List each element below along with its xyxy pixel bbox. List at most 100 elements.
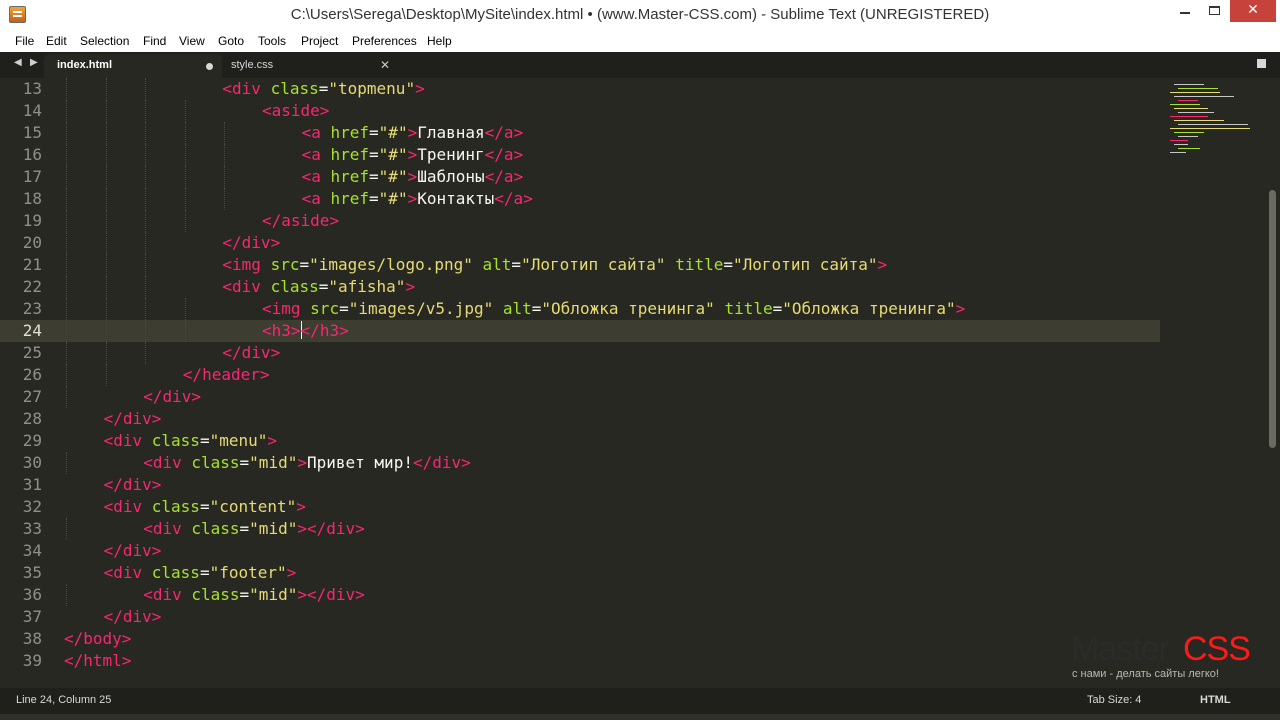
code-line[interactable]: 18 <a href="#">Контакты</a> — [0, 188, 1160, 210]
tab-style-css[interactable]: style.css ✕ — [218, 54, 396, 78]
line-code: <div class="mid">Привет мир!</div> — [143, 453, 471, 472]
unsaved-dot-icon[interactable] — [206, 63, 213, 70]
indent-guide — [145, 100, 147, 122]
indent-guide — [66, 210, 67, 232]
code-line[interactable]: 22 <div class="afisha"> — [0, 276, 1160, 298]
indent-guide — [66, 254, 67, 276]
indent-guide — [145, 210, 147, 232]
indent-guide — [105, 254, 107, 276]
menu-tools[interactable]: Tools — [258, 34, 286, 48]
code-line[interactable]: 31 </div> — [0, 474, 1160, 496]
code-line[interactable]: 30 <div class="mid">Привет мир!</div> — [0, 452, 1160, 474]
menu-edit[interactable]: Edit — [46, 34, 67, 48]
code-line[interactable]: 15 <a href="#">Главная</a> — [0, 122, 1160, 144]
code-line[interactable]: 16 <a href="#">Тренинг</a> — [0, 144, 1160, 166]
indent-guide — [184, 210, 186, 232]
code-line[interactable]: 28 </div> — [0, 408, 1160, 430]
watermark-brand-master: Master — [1071, 630, 1170, 668]
line-number: 39 — [22, 651, 42, 670]
line-number: 17 — [22, 167, 42, 186]
tab-next-arrow-icon[interactable]: ▶ — [30, 57, 38, 68]
line-code: </div> — [143, 387, 201, 406]
line-code: <h3></h3> — [262, 321, 349, 340]
code-line[interactable]: 25 </div> — [0, 342, 1160, 364]
indent-guide — [105, 364, 107, 386]
menu-project[interactable]: Project — [301, 34, 338, 48]
indent-guide — [66, 298, 67, 320]
line-number: 22 — [22, 277, 42, 296]
indent-guide — [105, 100, 107, 122]
menu-help[interactable]: Help — [427, 34, 452, 48]
code-line[interactable]: 38 </body> — [0, 628, 1160, 650]
menu-file[interactable]: File — [15, 34, 34, 48]
code-line[interactable]: 33 <div class="mid"></div> — [0, 518, 1160, 540]
line-number: 29 — [22, 431, 42, 450]
line-number: 34 — [22, 541, 42, 560]
code-line[interactable]: 37 </div> — [0, 606, 1160, 628]
code-line[interactable]: 24 <h3></h3> — [0, 320, 1160, 342]
code-line[interactable]: 34 </div> — [0, 540, 1160, 562]
minimap-line — [1174, 96, 1234, 97]
code-line[interactable]: 39 </html> — [0, 650, 1160, 672]
code-line[interactable]: 14 <aside> — [0, 100, 1160, 122]
line-code: </div> — [103, 607, 162, 626]
code-line[interactable]: 35 <div class="footer"> — [0, 562, 1160, 584]
indent-guide — [145, 342, 147, 364]
maximize-button[interactable] — [1200, 0, 1228, 22]
menu-view[interactable]: View — [179, 34, 205, 48]
tab-index-html[interactable]: index.html — [44, 54, 222, 78]
line-code: </div> — [103, 541, 162, 560]
minimize-button[interactable] — [1172, 0, 1198, 22]
minimap-line — [1170, 92, 1220, 93]
indent-guide — [66, 188, 67, 210]
code-line[interactable]: 27 </div> — [0, 386, 1160, 408]
layout-square-icon[interactable] — [1257, 59, 1266, 68]
indent-guide — [224, 188, 226, 210]
tab-close-icon[interactable]: ✕ — [380, 58, 390, 72]
code-line[interactable]: 29 <div class="menu"> — [0, 430, 1160, 452]
line-number: 20 — [22, 233, 42, 252]
close-window-button[interactable]: ✕ — [1230, 0, 1276, 22]
indent-guide — [224, 144, 226, 166]
indent-guide — [105, 298, 107, 320]
code-editor[interactable]: 13 <div class="topmenu"> 14 <aside> 15 <a hre… — [0, 78, 1264, 688]
line-code: <a href="#">Контакты</a> — [301, 189, 533, 208]
code-line[interactable]: 20 </div> — [0, 232, 1160, 254]
code-line[interactable]: 21 <img src="images/logo.png" alt="Логоти… — [0, 254, 1160, 276]
indent-guide — [184, 320, 186, 342]
code-line[interactable]: 17 <a href="#">Шаблоны</a> — [0, 166, 1160, 188]
menu-goto[interactable]: Goto — [218, 34, 244, 48]
indent-guide — [105, 144, 107, 166]
indent-guide — [105, 210, 107, 232]
minimap-line — [1174, 132, 1204, 133]
tab-size-selector[interactable]: Tab Size: 4 — [1087, 694, 1141, 706]
code-line[interactable]: 19 </aside> — [0, 210, 1160, 232]
scroll-thumb[interactable] — [1269, 190, 1276, 448]
code-line[interactable]: 26 </header> — [0, 364, 1160, 386]
line-number: 37 — [22, 607, 42, 626]
line-code: <div class="mid"></div> — [143, 585, 365, 604]
title-bar: C:\Users\Serega\Desktop\MySite\index.htm… — [0, 0, 1280, 32]
indent-guide — [66, 342, 67, 364]
code-line[interactable]: 32 <div class="content"> — [0, 496, 1160, 518]
menu-selection[interactable]: Selection — [80, 34, 129, 48]
indent-guide — [66, 100, 67, 122]
code-line[interactable]: 36 <div class="mid"></div> — [0, 584, 1160, 606]
code-line[interactable]: 13 <div class="topmenu"> — [0, 78, 1160, 100]
line-number: 30 — [22, 453, 42, 472]
menu-find[interactable]: Find — [143, 34, 166, 48]
tab-prev-arrow-icon[interactable]: ◀ — [14, 57, 22, 68]
minimap-line — [1170, 140, 1188, 141]
indent-guide — [145, 254, 147, 276]
minimap[interactable] — [1162, 78, 1262, 168]
indent-guide — [66, 386, 67, 408]
menu-preferences[interactable]: Preferences — [352, 34, 417, 48]
minimap-line — [1178, 136, 1198, 137]
code-line[interactable]: 23 <img src="images/v5.jpg" alt="Обложка … — [0, 298, 1160, 320]
line-number: 24 — [22, 321, 42, 340]
tab-bar: ◀ ▶ style.css ✕ index.html — [0, 52, 1280, 78]
syntax-selector[interactable]: HTML — [1200, 694, 1231, 706]
vertical-scrollbar[interactable] — [1264, 78, 1280, 688]
indent-guide — [145, 188, 147, 210]
minimap-line — [1170, 116, 1208, 117]
